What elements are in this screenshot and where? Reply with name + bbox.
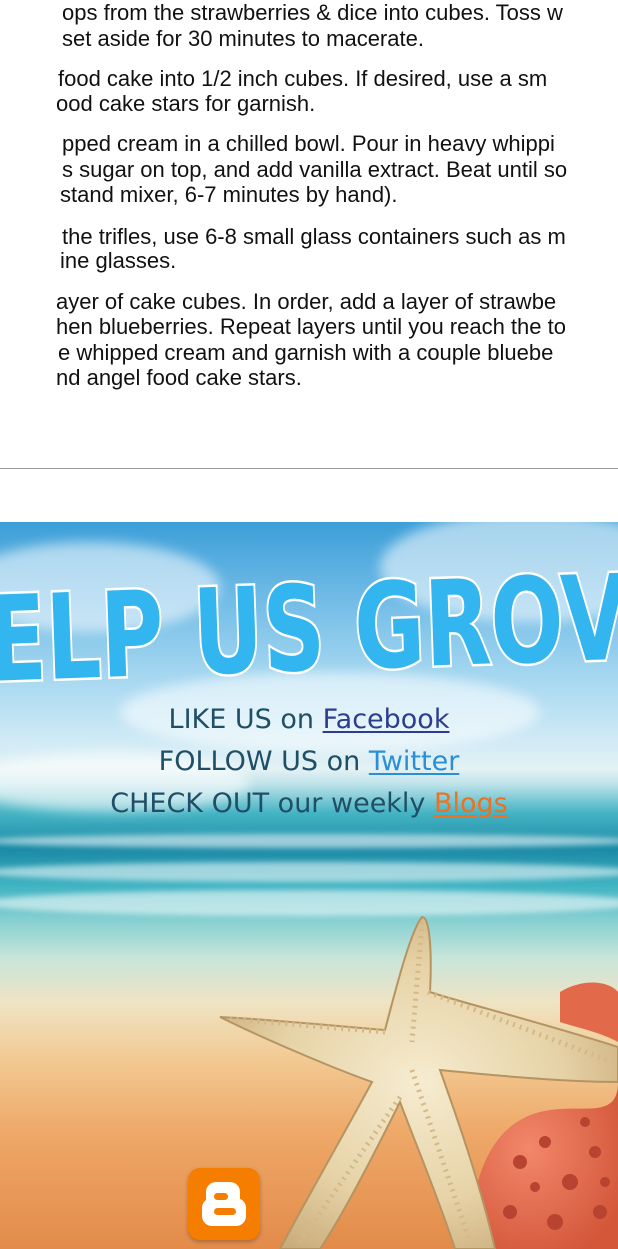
section-divider bbox=[0, 468, 618, 469]
recipe-line: nd angel food cake stars. bbox=[56, 365, 302, 390]
starfish-illustration bbox=[219, 915, 618, 1249]
recipe-line: s sugar on top, and add vanilla extract.… bbox=[62, 157, 568, 182]
recipe-line: hen blueberries. Repeat layers until you… bbox=[56, 314, 566, 339]
recipe-line: ood cake stars for garnish. bbox=[56, 91, 316, 116]
blogger-icon bbox=[202, 1182, 246, 1226]
blogger-button[interactable] bbox=[188, 1168, 260, 1240]
recipe-line: pped cream in a chilled bowl. Pour in he… bbox=[62, 131, 555, 156]
recipe-line: ops from the strawberries & dice into cu… bbox=[62, 0, 563, 25]
help-us-grow-banner: ELP US GROV LIKE US on Facebook FOLLOW U… bbox=[0, 522, 618, 1249]
recipe-instructions: ops from the strawberries & dice into cu… bbox=[0, 0, 618, 470]
recipe-line: stand mixer, 6-7 minutes by hand). bbox=[60, 182, 398, 207]
recipe-line: ayer of cake cubes. In order, add a laye… bbox=[56, 289, 557, 314]
recipe-line: food cake into 1/2 inch cubes. If desire… bbox=[58, 66, 548, 91]
recipe-line: ine glasses. bbox=[60, 248, 177, 273]
recipe-line: set aside for 30 minutes to macerate. bbox=[62, 26, 424, 51]
recipe-line: e whipped cream and garnish with a coupl… bbox=[58, 340, 554, 365]
recipe-line: the trifles, use 6-8 small glass contain… bbox=[62, 224, 566, 249]
